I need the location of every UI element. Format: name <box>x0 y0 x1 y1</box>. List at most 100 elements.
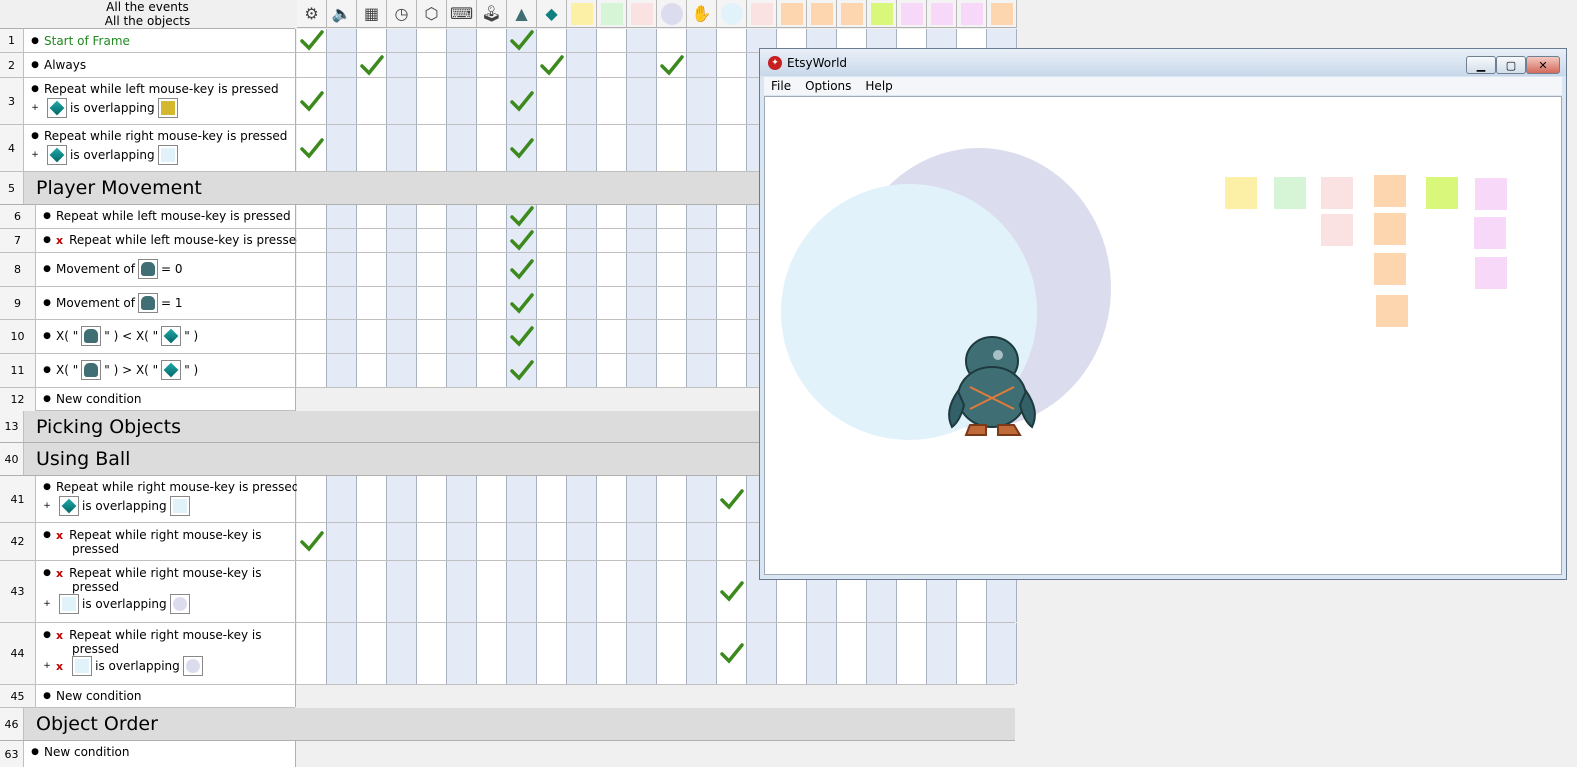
close-button[interactable]: ✕ <box>1526 56 1560 74</box>
event-cell[interactable] <box>357 561 387 622</box>
event-cell[interactable] <box>927 623 957 684</box>
event-cell[interactable] <box>357 623 387 684</box>
object-column-hand-cursor-icon[interactable]: ✋ <box>687 0 717 28</box>
event-cell[interactable] <box>687 476 717 522</box>
event-cell[interactable] <box>687 561 717 622</box>
event-cell[interactable] <box>597 523 627 560</box>
event-row[interactable]: 12 ● New condition <box>0 388 760 411</box>
event-cell[interactable] <box>297 287 327 319</box>
event-cell[interactable] <box>627 320 657 353</box>
event-cell[interactable] <box>567 287 597 319</box>
event-cell[interactable] <box>657 561 687 622</box>
event-cell[interactable] <box>387 53 417 77</box>
event-cell[interactable] <box>297 476 327 522</box>
event-cell[interactable] <box>447 623 477 684</box>
event-cell[interactable] <box>417 205 447 228</box>
event-cell[interactable] <box>627 53 657 77</box>
event-cell[interactable] <box>657 53 687 77</box>
event-cell[interactable] <box>477 53 507 77</box>
event-cell[interactable] <box>477 253 507 286</box>
event-cell[interactable] <box>597 253 627 286</box>
event-cell[interactable] <box>717 29 747 52</box>
negate-icon[interactable]: x <box>56 234 63 247</box>
event-cell[interactable] <box>597 53 627 77</box>
event-cell[interactable] <box>387 561 417 622</box>
event-cell[interactable] <box>477 287 507 319</box>
event-cell[interactable] <box>717 354 747 387</box>
event-cell[interactable] <box>417 523 447 560</box>
event-cell[interactable] <box>297 253 327 286</box>
condition-cell[interactable]: ● Start of Frame <box>24 29 296 52</box>
object-column-swatch-violet3[interactable] <box>957 0 987 28</box>
event-cell[interactable] <box>507 253 537 286</box>
event-cell[interactable] <box>537 125 567 171</box>
event-cell[interactable] <box>507 476 537 522</box>
object-column-cube-icon[interactable]: ⬡ <box>417 0 447 28</box>
event-cell[interactable] <box>477 623 507 684</box>
event-cell[interactable] <box>657 205 687 228</box>
event-cell[interactable] <box>327 205 357 228</box>
event-cell[interactable] <box>507 78 537 124</box>
event-cell[interactable] <box>657 229 687 252</box>
event-cell[interactable] <box>387 523 417 560</box>
event-cell[interactable] <box>627 287 657 319</box>
event-cell[interactable] <box>387 354 417 387</box>
event-cell[interactable] <box>627 253 657 286</box>
event-cell[interactable] <box>717 287 747 319</box>
event-cell[interactable] <box>507 53 537 77</box>
event-cell[interactable] <box>687 29 717 52</box>
event-row[interactable]: 45 ● New condition <box>0 685 296 708</box>
event-cell[interactable] <box>447 320 477 353</box>
event-cell[interactable] <box>717 125 747 171</box>
negate-icon[interactable]: x <box>56 529 63 542</box>
event-cell[interactable] <box>687 354 717 387</box>
event-cell[interactable] <box>507 229 537 252</box>
event-row[interactable]: 44 ● x Repeat while right mouse-key is pre… <box>0 623 1017 685</box>
new-condition-cell[interactable]: ● New condition <box>36 685 296 707</box>
event-cell[interactable] <box>537 205 567 228</box>
event-cell[interactable] <box>297 125 327 171</box>
event-cell[interactable] <box>597 354 627 387</box>
object-column-gear-icon[interactable]: ⚙ <box>297 0 327 28</box>
event-cell[interactable] <box>627 29 657 52</box>
event-cell[interactable] <box>657 78 687 124</box>
event-cell[interactable] <box>327 29 357 52</box>
event-cell[interactable] <box>417 125 447 171</box>
event-cell[interactable] <box>567 354 597 387</box>
event-cell[interactable] <box>657 523 687 560</box>
event-cell[interactable] <box>387 253 417 286</box>
event-cell[interactable] <box>417 287 447 319</box>
event-cell[interactable] <box>537 253 567 286</box>
event-cell[interactable] <box>327 561 357 622</box>
event-cell[interactable] <box>717 78 747 124</box>
event-cell[interactable] <box>597 476 627 522</box>
event-cell[interactable] <box>717 320 747 353</box>
event-cell[interactable] <box>567 78 597 124</box>
event-cell[interactable] <box>357 354 387 387</box>
condition-cell[interactable]: ● X( " " ) < X( " " ) <box>36 320 296 353</box>
condition-cell[interactable]: ● x Repeat while right mouse-key is presse… <box>36 623 296 684</box>
event-cell[interactable] <box>417 623 447 684</box>
event-cell[interactable] <box>687 287 717 319</box>
event-cell[interactable] <box>627 523 657 560</box>
event-cell[interactable] <box>387 29 417 52</box>
event-cell[interactable] <box>597 205 627 228</box>
event-cell[interactable] <box>327 287 357 319</box>
event-cell[interactable] <box>657 29 687 52</box>
event-cell[interactable] <box>567 476 597 522</box>
event-cell[interactable] <box>597 561 627 622</box>
event-cell[interactable] <box>717 253 747 286</box>
event-cell[interactable] <box>417 53 447 77</box>
event-cell[interactable] <box>657 287 687 319</box>
object-column-swatch-orange4[interactable] <box>987 0 1017 28</box>
event-cell[interactable] <box>567 561 597 622</box>
event-cell[interactable] <box>357 78 387 124</box>
object-column-swatch-violet2[interactable] <box>927 0 957 28</box>
event-cell[interactable] <box>627 623 657 684</box>
event-cell[interactable] <box>537 320 567 353</box>
object-column-swatch-violet[interactable] <box>897 0 927 28</box>
event-cell[interactable] <box>357 476 387 522</box>
event-cell[interactable] <box>297 205 327 228</box>
event-cell[interactable] <box>297 53 327 77</box>
event-cell[interactable] <box>717 561 747 622</box>
